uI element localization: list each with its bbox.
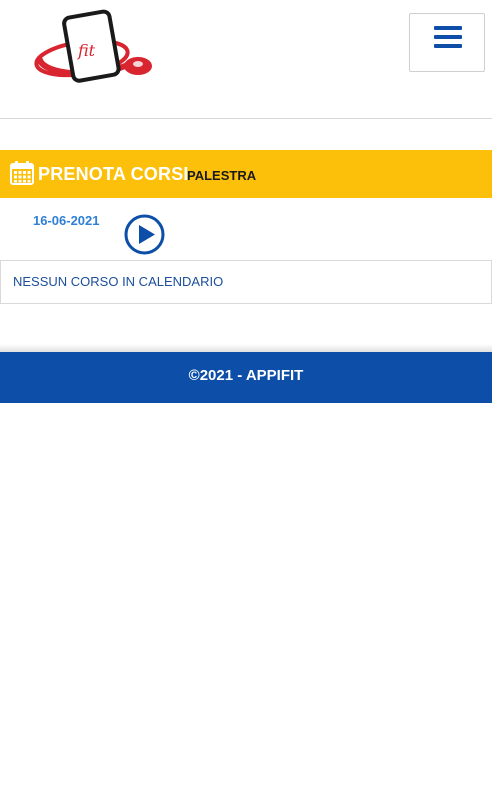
appifit-logo[interactable]: fit — [34, 8, 160, 84]
schedule-date: 16-06-2021 — [33, 213, 100, 228]
next-day-button[interactable] — [124, 214, 165, 255]
app-footer: ©2021 - APPIFIT — [0, 352, 492, 403]
page-title: PRENOTA CORSI — [38, 164, 189, 184]
footer-shadow — [0, 344, 492, 352]
app-header: fit — [0, 0, 492, 119]
hamburger-icon — [434, 26, 462, 48]
empty-course-notice: NESSUN CORSO IN CALENDARIO — [0, 260, 492, 304]
section-title-bar: PRENOTA CORSI PALESTRA — [0, 150, 492, 198]
copyright-text: ©2021 - APPIFIT — [188, 367, 304, 384]
menu-toggle-button[interactable] — [409, 13, 485, 72]
page-subtitle: PALESTRA — [187, 168, 257, 183]
play-circle-icon — [124, 214, 165, 255]
empty-course-message: NESSUN CORSO IN CALENDARIO — [13, 274, 224, 289]
svg-text:fit: fit — [77, 41, 96, 60]
calendar-icon — [10, 160, 34, 190]
page: fit PRENOTA CORSI PALESTRA 16-06-2021 NE… — [0, 0, 492, 800]
